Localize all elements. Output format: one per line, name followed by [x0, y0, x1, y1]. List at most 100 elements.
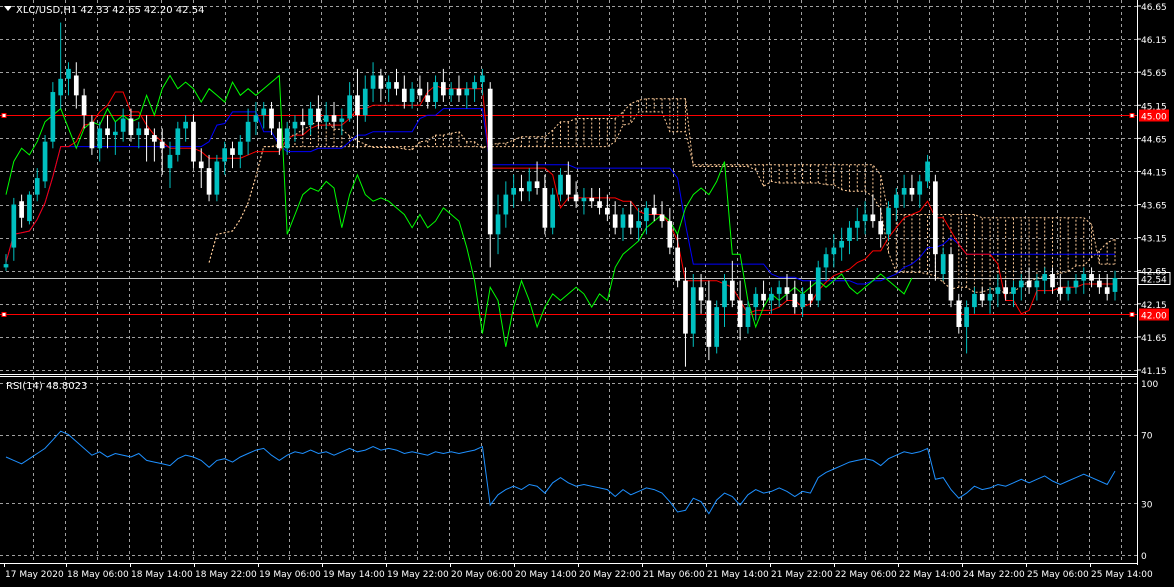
- candle-body: [776, 287, 782, 294]
- candle-body: [917, 181, 923, 195]
- time-tick-label: 18 May 14:00: [131, 570, 193, 580]
- candle-body: [815, 267, 821, 301]
- candle-body: [441, 82, 446, 96]
- candle-body: [659, 214, 665, 222]
- candle-body: [34, 178, 40, 195]
- candle-body: [495, 214, 501, 235]
- candle-body: [1018, 280, 1024, 288]
- candle-body: [261, 108, 267, 116]
- candle-body: [487, 88, 493, 235]
- candle-body: [237, 141, 243, 155]
- hline-handle[interactable]: [1, 312, 7, 317]
- candle-body: [167, 154, 173, 169]
- candle-body: [940, 254, 946, 275]
- candle-body: [987, 293, 993, 301]
- candle-body: [456, 88, 462, 96]
- candle-body: [480, 75, 485, 83]
- candle-body: [89, 121, 95, 149]
- hline-price-label: 45.00: [1141, 113, 1167, 123]
- candle-body: [339, 118, 345, 122]
- candle-body: [519, 188, 524, 192]
- candle-body: [1089, 274, 1094, 281]
- candle-body: [612, 214, 618, 228]
- candle-body: [355, 95, 360, 116]
- rsi-tick-label: 30: [1141, 500, 1153, 510]
- candle-body: [284, 128, 290, 149]
- hline-handle[interactable]: [1129, 312, 1135, 317]
- candle-body: [316, 108, 321, 122]
- candle-body: [886, 207, 891, 235]
- candle-body: [831, 247, 837, 255]
- candle-body: [792, 293, 798, 308]
- candle-body: [1112, 278, 1118, 292]
- candle-body: [956, 300, 962, 327]
- candle-body: [1026, 280, 1032, 288]
- candle-body: [878, 221, 884, 235]
- time-tick-label: 19 May 22:00: [387, 570, 449, 580]
- candle-body: [417, 88, 423, 96]
- candle-body: [823, 254, 829, 268]
- time-tick-label: 18 May 22:00: [195, 570, 257, 580]
- candle-body: [292, 121, 298, 129]
- time-tick-label: 25 May 14:00: [1091, 570, 1153, 580]
- candle-body: [42, 141, 48, 182]
- time-tick-label: 17 May 2020: [5, 570, 64, 580]
- candle-body: [277, 128, 282, 149]
- candle-body: [722, 280, 727, 308]
- price-tick-label: 44.15: [1141, 168, 1167, 178]
- candle-body: [152, 135, 157, 142]
- candle-body: [933, 181, 938, 255]
- candle-body: [714, 307, 720, 347]
- candle-body: [50, 92, 56, 142]
- candle-body: [308, 108, 313, 126]
- candle-body: [386, 82, 392, 89]
- candle-body: [737, 300, 743, 327]
- symbol-ohlc-label: XLC/USD,H1 42.33 42.65 42.20 42.54: [16, 5, 204, 16]
- candle-body: [175, 128, 181, 155]
- candle-body: [144, 128, 149, 136]
- candle-body: [300, 121, 306, 126]
- time-tick-label: 21 May 06:00: [643, 570, 705, 580]
- candle-body: [401, 88, 407, 102]
- candle-body: [81, 95, 87, 116]
- candle-body: [58, 78, 64, 96]
- candle-body: [1034, 280, 1040, 288]
- time-tick-label: 25 May 06:00: [1027, 570, 1089, 580]
- hline-price-label: 42.00: [1141, 312, 1167, 322]
- candle-body: [605, 207, 610, 215]
- candle-body: [1003, 287, 1009, 294]
- candle-body: [433, 82, 438, 102]
- candle-body: [112, 131, 118, 136]
- candle-body: [19, 201, 24, 218]
- candle-body: [1073, 280, 1079, 288]
- candle-body: [245, 121, 251, 142]
- candle-body: [589, 197, 595, 202]
- time-tick-label: 22 May 06:00: [835, 570, 897, 580]
- candle-body: [1042, 274, 1048, 281]
- candle-body: [972, 293, 977, 308]
- candle-body: [191, 121, 196, 162]
- candle-body: [558, 174, 563, 195]
- candle-body: [893, 194, 899, 208]
- candle-body: [964, 307, 969, 327]
- candle-body: [1050, 274, 1055, 288]
- price-tick-label: 41.65: [1141, 334, 1167, 344]
- candle-body: [808, 293, 813, 301]
- candle-body: [839, 240, 844, 248]
- candle-body: [97, 128, 103, 149]
- candle-body: [979, 293, 985, 301]
- rsi-tick-label: 100: [1141, 380, 1158, 390]
- hline-handle[interactable]: [1, 113, 7, 118]
- chart-root[interactable]: 45.00 42.00 42.54 46.65 46.15 45.65 45.15 44.6…: [0, 0, 1174, 583]
- candle-body: [644, 207, 649, 222]
- candle-body: [323, 115, 329, 122]
- hline-handle[interactable]: [1129, 113, 1135, 118]
- candle-body: [464, 88, 470, 96]
- candle-body: [362, 88, 368, 116]
- candle-body: [394, 82, 399, 89]
- price-tick-label: 44.65: [1141, 135, 1167, 145]
- price-tick-label: 43.15: [1141, 235, 1167, 245]
- candle-body: [159, 141, 165, 149]
- candle-body: [269, 108, 274, 129]
- candle-body: [472, 82, 477, 89]
